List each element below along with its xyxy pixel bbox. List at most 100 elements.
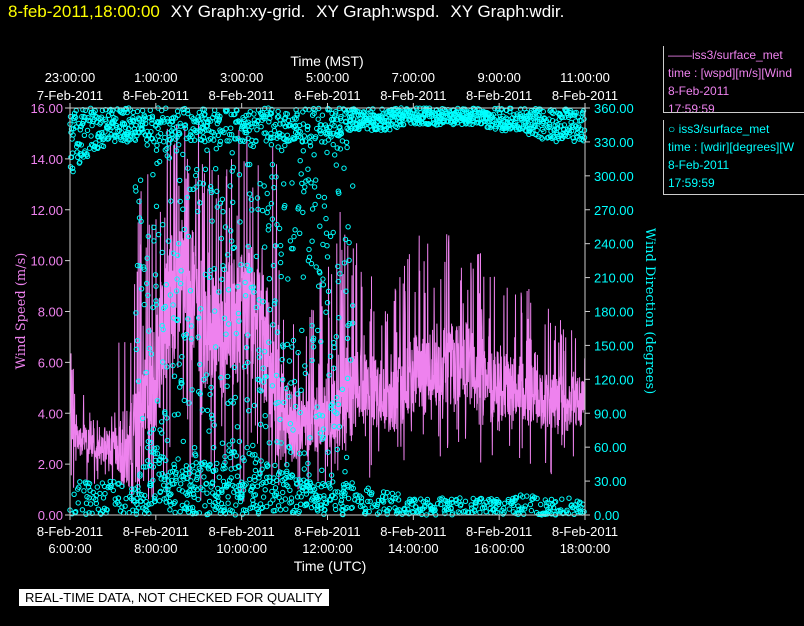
wdir-marker bbox=[275, 144, 281, 150]
wdir-marker bbox=[559, 496, 565, 502]
wdir-marker bbox=[527, 501, 534, 508]
wdir-marker bbox=[154, 142, 160, 149]
wdir-marker bbox=[252, 467, 259, 474]
wdir-marker bbox=[342, 469, 348, 475]
wdir-marker bbox=[254, 195, 261, 201]
wdir-marker bbox=[483, 509, 489, 515]
wdir-marker bbox=[213, 146, 220, 152]
wdir-marker bbox=[309, 238, 315, 244]
wdir-marker bbox=[217, 138, 224, 145]
x-top-tick-date: 7-Feb-2011 bbox=[37, 88, 103, 103]
y-right-tick-label: 30.00 bbox=[594, 474, 627, 489]
wdir-marker bbox=[333, 162, 339, 168]
x-bottom-tick-time: 14:00:00 bbox=[388, 541, 439, 556]
x-top-tick-date: 8-Feb-2011 bbox=[294, 88, 360, 103]
wdir-marker bbox=[77, 479, 83, 485]
y-left-tick-label: 14.00 bbox=[30, 152, 63, 167]
y-right-tick-label: 360.00 bbox=[594, 101, 634, 116]
wdir-marker bbox=[278, 273, 284, 280]
wdir-marker bbox=[246, 408, 252, 414]
wdir-marker bbox=[204, 407, 211, 414]
wdir-marker bbox=[156, 498, 163, 504]
wdir-marker bbox=[79, 507, 86, 513]
wdir-marker bbox=[313, 264, 319, 270]
wdir-marker bbox=[305, 166, 311, 172]
wdir-marker bbox=[254, 127, 260, 133]
wdir-marker bbox=[180, 438, 187, 445]
wdir-marker bbox=[162, 134, 168, 141]
y-left-tick-label: 4.00 bbox=[38, 406, 63, 421]
wdir-marker bbox=[81, 132, 88, 139]
wdir-marker bbox=[301, 450, 307, 456]
wdir-marker bbox=[383, 494, 389, 500]
wdir-marker bbox=[298, 171, 304, 177]
wdir-marker bbox=[300, 209, 306, 216]
wdir-marker bbox=[193, 172, 199, 179]
wdir-marker bbox=[313, 177, 319, 183]
wdir-marker bbox=[297, 158, 303, 164]
wdir-marker bbox=[132, 137, 139, 143]
wdir-marker bbox=[292, 227, 298, 233]
wdir-marker bbox=[264, 190, 270, 197]
wdir-marker bbox=[201, 474, 207, 480]
wdir-marker bbox=[161, 139, 167, 145]
x-top-tick-time: 3:00:00 bbox=[220, 70, 263, 85]
x-bottom-tick-date: 8-Feb-2011 bbox=[37, 524, 103, 539]
wdir-marker bbox=[184, 475, 190, 482]
wdir-marker bbox=[273, 477, 280, 484]
y-right-axis-label: Wind Direction (degrees) bbox=[642, 228, 657, 394]
wdir-marker bbox=[308, 180, 314, 186]
wdir-marker bbox=[212, 107, 218, 113]
x-top-tick-time: 11:00:00 bbox=[560, 70, 610, 85]
legend-wspd-date: 8-Feb-2011 bbox=[668, 84, 730, 98]
wdir-marker bbox=[323, 309, 329, 315]
wdir-marker bbox=[284, 132, 290, 139]
y-left-axis-label: Wind Speed (m/s) bbox=[14, 253, 29, 370]
y-right-tick-label: 120.00 bbox=[594, 372, 634, 387]
x-bottom-tick-date: 8-Feb-2011 bbox=[380, 524, 446, 539]
wdir-marker bbox=[330, 229, 336, 236]
wdir-marker bbox=[553, 138, 559, 145]
wdir-marker bbox=[311, 184, 318, 190]
x-bottom-tick-date: 8-Feb-2011 bbox=[552, 524, 618, 539]
wdir-marker bbox=[282, 142, 288, 149]
wdir-marker bbox=[287, 238, 294, 244]
x-bottom-tick-date: 8-Feb-2011 bbox=[466, 524, 532, 539]
wdir-marker bbox=[153, 147, 160, 153]
wdir-marker bbox=[167, 507, 173, 513]
wdir-marker bbox=[345, 495, 352, 502]
wdir-marker bbox=[278, 251, 284, 257]
wdir-marker bbox=[538, 501, 544, 508]
wdir-marker bbox=[311, 152, 317, 158]
wdir-marker bbox=[349, 480, 355, 486]
wdir-marker bbox=[341, 165, 347, 171]
wdir-marker bbox=[259, 207, 266, 214]
wdir-marker bbox=[102, 490, 108, 497]
x-top-tick-date: 8-Feb-2011 bbox=[552, 88, 618, 103]
wdir-marker bbox=[139, 107, 146, 114]
wdir-marker bbox=[324, 149, 330, 156]
wdir-marker bbox=[225, 500, 231, 506]
wdir-marker bbox=[153, 203, 160, 210]
y-left-tick-label: 8.00 bbox=[38, 305, 63, 320]
wdir-marker bbox=[291, 233, 297, 240]
y-left-tick-label: 10.00 bbox=[30, 254, 63, 269]
wdir-marker bbox=[202, 166, 209, 173]
wdir-marker bbox=[344, 144, 350, 151]
wdir-marker bbox=[298, 387, 304, 393]
y-left-tick-label: 16.00 bbox=[30, 101, 63, 116]
wdir-marker bbox=[184, 500, 190, 506]
wdir-marker bbox=[233, 453, 240, 459]
wdir-marker bbox=[306, 246, 312, 253]
wdir-marker bbox=[89, 122, 95, 129]
x-top-tick-time: 7:00:00 bbox=[392, 70, 435, 85]
wdir-marker bbox=[330, 141, 336, 148]
x-top-axis-label: Time (MST) bbox=[290, 53, 363, 69]
wdir-marker bbox=[284, 462, 290, 468]
wdir-marker bbox=[280, 489, 286, 496]
wdir-marker bbox=[188, 478, 194, 484]
wdir-marker bbox=[175, 456, 181, 462]
wdir-marker bbox=[100, 495, 107, 501]
wdir-marker bbox=[315, 116, 321, 122]
wdir-marker bbox=[233, 502, 239, 508]
